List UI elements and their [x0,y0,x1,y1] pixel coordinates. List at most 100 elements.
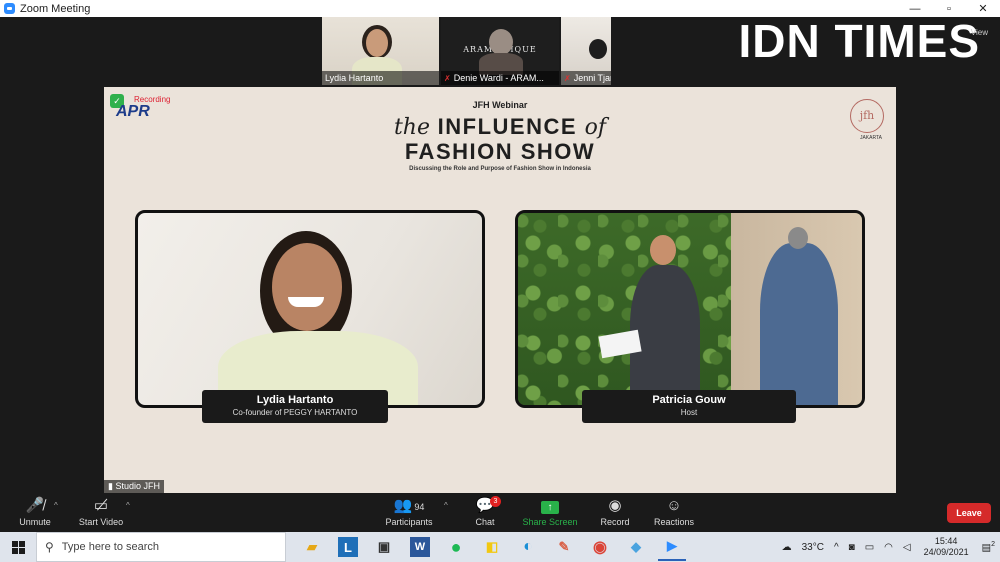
thumbnail-name-text: Denie Wardi - ARAM... [453,73,544,83]
audio-options-chevron-icon[interactable]: ^ [54,501,58,510]
window-title: Zoom Meeting [20,2,91,15]
muted-mic-icon: ✗ [564,74,571,83]
active-speaker-name: Studio JFH [115,481,160,491]
share-screen-label: Share Screen [522,517,578,527]
reactions-button[interactable]: ☺ Reactions [639,496,709,527]
view-button[interactable]: View [971,28,988,37]
webinar-label: JFH Webinar [472,100,528,110]
speaker-role: Co-founder of PEGGY HARTANTO [232,408,358,417]
speaker-smile [288,297,324,307]
headline-line-1: the INFLUENCE of [104,114,896,140]
search-icon: ⚲ [45,540,54,554]
system-tray: ☁ 33°C ^ ◙ ▭ ◠ ◁ 15:44 24/09/2021 ▤2 [777,532,1000,562]
participants-options-chevron-icon[interactable]: ^ [444,501,448,510]
file-explorer-icon[interactable]: ▰ [298,533,326,561]
meet-now-icon[interactable]: ◙ [849,542,855,553]
participant-thumbnail[interactable]: Lydia Hartanto [322,17,439,85]
headline-line-2: FASHION SHOW [404,139,596,164]
chrome-icon[interactable]: ◉ [586,533,614,561]
speaker-name-card-right: Patricia Gouw Host [582,390,796,423]
headline-the: the [393,115,430,140]
denim-jacket-display [760,243,838,405]
participant-thumbnail-strip: Lydia Hartanto ARAMAR IQUE ✗ Denie Wardi … [322,17,611,85]
idn-times-watermark: IDN TIMES [738,15,980,67]
chat-bubble-icon: 💬 [475,497,495,514]
speaker-frame-right [515,210,865,408]
sticky-notes-icon[interactable]: ◧ [478,533,506,561]
zoom-taskbar-icon[interactable]: ▶ [658,533,686,561]
speaker-name-card-left: Lydia Hartanto Co-founder of PEGGY HARTA… [202,390,388,423]
thumbnail-name: Lydia Hartanto [322,71,439,85]
clock-date: 24/09/2021 [923,547,969,557]
share-screen-button[interactable]: ↑ Share Screen [515,496,585,527]
spotify-icon[interactable]: ● [442,533,470,561]
chat-unread-badge: 3 [490,496,501,507]
temperature-readout[interactable]: 33°C [802,542,824,553]
photos-icon[interactable]: ◆ [622,533,650,561]
notification-center-icon[interactable]: ▤2 [982,541,995,553]
speaker-name: Patricia Gouw [652,394,726,406]
participants-button[interactable]: 👥 94 Participants [374,496,444,527]
reactions-label: Reactions [653,517,695,527]
store-icon[interactable]: ▣ [370,533,398,561]
pinned-apps: ▰ L ▣ W ● ◧ ◐ ✎ ◉ ◆ ▶ [298,533,686,561]
host-face [650,235,676,265]
zoom-logo-icon [4,3,15,14]
windows-taskbar: ⚲ Type here to search ▰ L ▣ W ● ◧ ◐ ✎ ◉ … [0,532,1000,562]
battery-icon[interactable]: ▭ [865,542,874,553]
participants-icon-wrap: 👥 94 [374,496,444,516]
leave-button[interactable]: Leave [947,503,991,523]
thumbnail-name-text: Lydia Hartanto [325,73,384,83]
unmute-button[interactable]: 🎤̸ Unmute [0,496,70,527]
launcher-l-icon[interactable]: L [338,537,358,557]
host-body [630,265,700,405]
participants-label: Participants [385,517,433,527]
mannequin-head [788,227,808,249]
chat-label: Chat [475,517,495,527]
active-speaker-label: ▮ Studio JFH [104,480,164,493]
thumbnail-name: ✗ Denie Wardi - ARAM... [441,71,559,85]
participant-face [489,29,513,55]
start-button[interactable] [0,532,36,562]
taskbar-clock[interactable]: 15:44 24/09/2021 [924,536,969,558]
headline-influence: INFLUENCE [437,114,578,139]
unmute-label: Unmute [19,517,51,527]
speaker-role: Host [680,408,698,417]
video-options-chevron-icon[interactable]: ^ [126,501,130,510]
participant-thumbnail[interactable]: ✗Jenni Tjandra [561,17,611,85]
main-video-stage: ✓ Recording APR jfh JAKARTA JFH Webinar … [104,87,896,493]
meeting-toolbar: 🎤̸ Unmute ^ ▭̸ Start Video ^ 👥 94 Partici… [0,493,1000,532]
start-video-label: Start Video [78,517,124,527]
participant-face [366,29,388,57]
clock-time: 15:44 [934,536,958,546]
participant-hair [589,39,607,59]
windows-logo-icon [11,540,25,554]
muted-mic-icon: ✗ [444,74,451,83]
speaker-frame-left [135,210,485,408]
wifi-icon[interactable]: ◠ [884,542,893,553]
taskbar-search-box[interactable]: ⚲ Type here to search [36,532,286,562]
zoom-meeting-window: Zoom Meeting — ▫ ✕ Lydia Hartanto ARAMAR… [0,0,1000,562]
search-placeholder: Type here to search [61,541,160,553]
participants-count: 94 [414,502,425,512]
smiley-plus-icon: ☺ [666,497,682,514]
word-icon[interactable]: W [410,537,430,557]
tray-chevron-icon[interactable]: ^ [834,542,839,553]
notification-count: 2 [991,540,995,548]
paint-icon[interactable]: ✎ [550,533,578,561]
muted-microphone-icon: 🎤̸ [25,497,45,514]
share-screen-icon-wrap: ↑ [515,496,585,516]
headline-of: of [584,115,607,140]
volume-icon[interactable]: ◁ [903,542,911,553]
participant-thumbnail[interactable]: ARAMAR IQUE ✗ Denie Wardi - ARAM... [441,17,559,85]
participants-icon: 👥 [393,497,413,514]
weather-icon[interactable]: ☁ [782,542,792,553]
chat-button[interactable]: 💬 3 Chat [450,496,520,527]
thumbnail-name: ✗Jenni Tjandra [561,71,611,85]
slide-subtitle: Discussing the Role and Purpose of Fashi… [409,166,591,172]
speaker-face [272,243,342,331]
share-screen-icon: ↑ [541,501,559,514]
thumbnail-name-text: Jenni Tjandra [573,73,611,83]
speaker-name: Lydia Hartanto [256,394,334,406]
edge-icon[interactable]: ◐ [514,533,542,561]
